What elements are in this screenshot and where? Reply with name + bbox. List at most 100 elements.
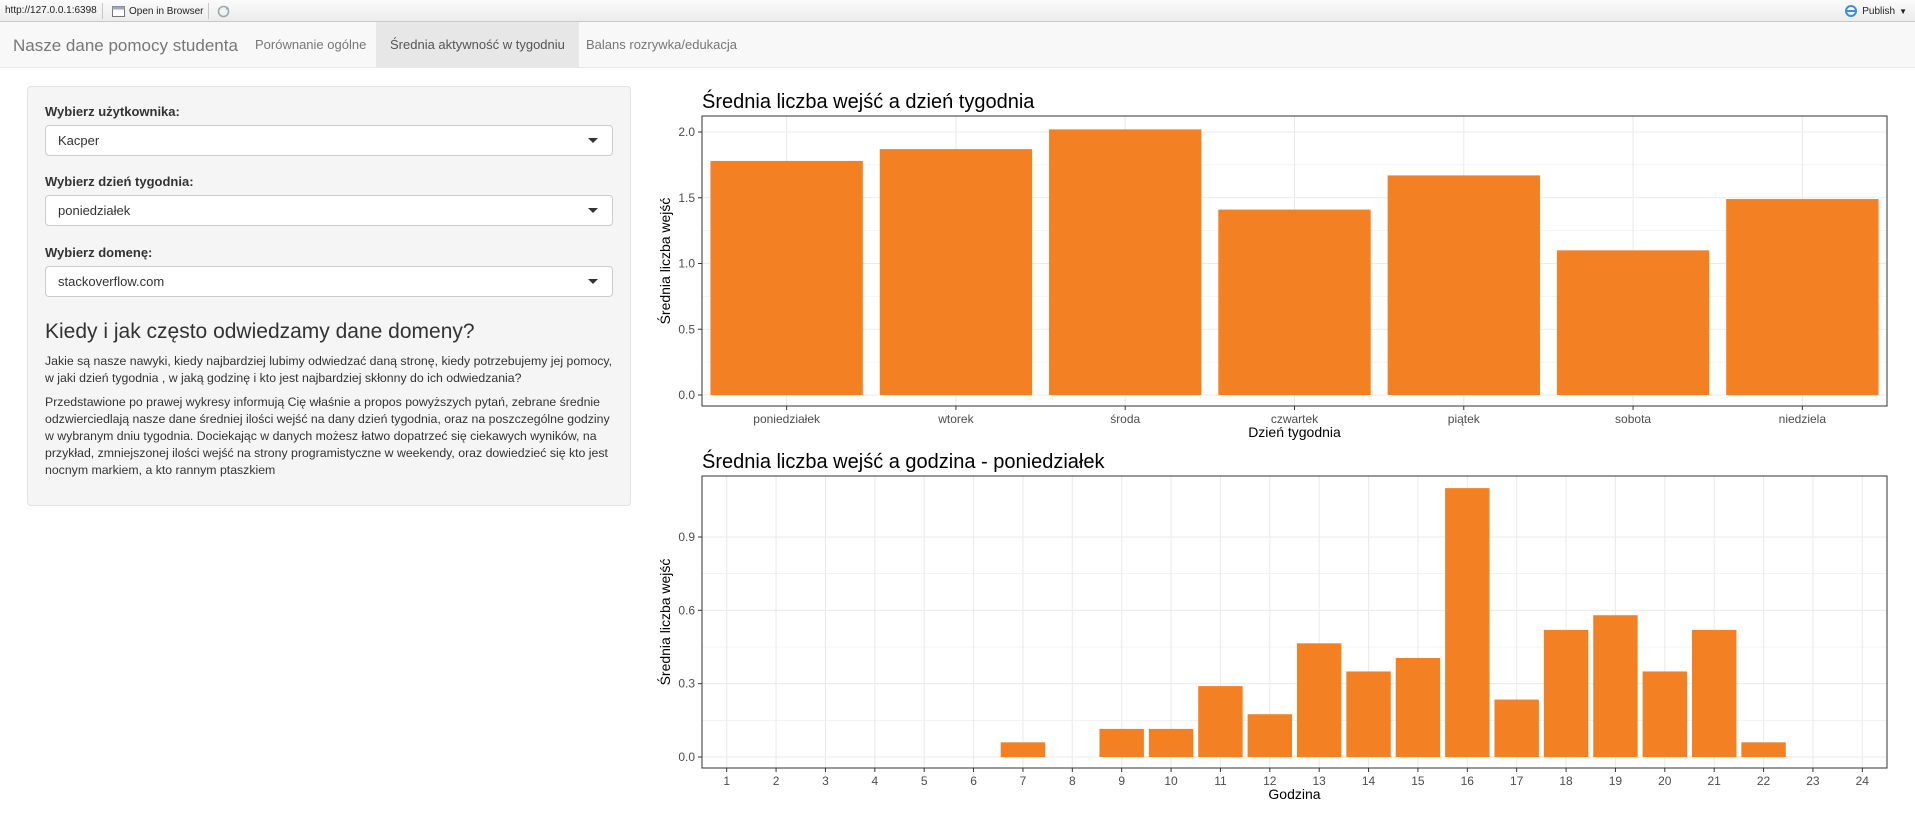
- section-heading: Kiedy i jak często odwiedzamy dane domen…: [45, 320, 475, 343]
- bar: [1556, 250, 1710, 395]
- viewer-url: http://127.0.0.1:6398: [5, 5, 97, 16]
- bar: [1296, 643, 1342, 757]
- bar: [1642, 671, 1688, 757]
- bar: [1198, 686, 1243, 757]
- open-in-browser-label: Open in Browser: [129, 5, 204, 17]
- user-select[interactable]: Kacper: [45, 125, 613, 156]
- y-tick-label: 0.5: [678, 322, 695, 336]
- bar: [1726, 199, 1879, 395]
- intro-paragraph: Jakie są nasze nawyki, kiedy najbardziej…: [45, 354, 613, 385]
- bar: [1445, 488, 1490, 757]
- publish-icon: [1845, 5, 1858, 17]
- y-tick-label: 0.0: [678, 388, 695, 402]
- x-tick-label: niedziela: [1779, 412, 1827, 426]
- bar: [1395, 658, 1441, 757]
- x-tick-label: 9: [1118, 774, 1125, 788]
- toolbar-divider: [102, 3, 103, 19]
- publish-label: Publish: [1862, 5, 1896, 17]
- tab-srednia-aktywnosc[interactable]: Średnia aktywność w tygodniu: [376, 22, 579, 67]
- bar: [1049, 129, 1202, 395]
- day-select-value: poniedziałek: [58, 203, 131, 218]
- domain-select-value: stackoverflow.com: [58, 274, 165, 289]
- x-tick-label: 6: [970, 774, 977, 788]
- bar: [1346, 671, 1391, 757]
- chart-title: Średnia liczba wejść a dzień tygodnia: [702, 89, 1035, 113]
- chevron-down-icon: [588, 279, 598, 284]
- x-tick-label: poniedziałek: [753, 412, 821, 426]
- bar: [710, 160, 863, 395]
- bar: [1000, 742, 1046, 757]
- tab-balans-rozrywka-edukacja[interactable]: Balans rozrywka/edukacja: [572, 22, 751, 67]
- hour-bar-chart: Średnia liczba wejść a godzina - poniedz…: [656, 449, 1888, 802]
- x-tick-label: 8: [1069, 774, 1076, 788]
- weekday-bar-chart: Średnia liczba wejść a dzień tygodnia 0.0…: [656, 89, 1888, 440]
- viewer-toolbar: http://127.0.0.1:6398 Open in Browser Pu…: [0, 0, 1915, 22]
- browser-window-icon: [112, 5, 125, 17]
- x-tick-label: 16: [1461, 774, 1475, 788]
- navbar: Nasze dane pomocy studenta Porównanie og…: [0, 22, 1915, 68]
- publish-button[interactable]: Publish ▼: [1844, 3, 1907, 19]
- y-tick-label: 1.5: [678, 191, 695, 205]
- y-tick-label: 1.0: [678, 257, 695, 271]
- chevron-down-icon: [588, 138, 598, 143]
- bar: [1148, 728, 1194, 757]
- x-tick-label: 24: [1856, 774, 1870, 788]
- bar: [1099, 728, 1144, 757]
- bar: [879, 149, 1033, 395]
- toolbar-divider: [208, 3, 209, 19]
- x-tick-label: 21: [1708, 774, 1722, 788]
- day-select[interactable]: poniedziałek: [45, 195, 613, 226]
- bar: [1387, 175, 1540, 395]
- user-select-value: Kacper: [58, 133, 100, 148]
- bar: [1741, 742, 1786, 757]
- day-select-label: Wybierz dzień tygodnia:: [45, 174, 194, 189]
- y-tick-label: 0.3: [678, 677, 695, 691]
- sidebar-panel: Wybierz użytkownika: Kacper Wybierz dzie…: [27, 86, 631, 506]
- y-tick-label: 0.9: [678, 530, 695, 544]
- y-axis-title: Średnia liczba wejść: [656, 198, 673, 325]
- x-axis-title: Dzień tygodnia: [1248, 424, 1341, 440]
- app-brand[interactable]: Nasze dane pomocy studenta: [13, 36, 238, 56]
- y-tick-label: 0.0: [678, 750, 695, 764]
- open-in-browser-button[interactable]: Open in Browser: [112, 3, 203, 19]
- x-tick-label: 11: [1214, 774, 1227, 788]
- chart-title: Średnia liczba wejść a godzina - poniedz…: [702, 449, 1105, 473]
- domain-select-label: Wybierz domenę:: [45, 245, 153, 260]
- x-tick-label: 1: [723, 774, 730, 788]
- x-tick-label: 14: [1362, 774, 1376, 788]
- refresh-icon[interactable]: [216, 4, 231, 19]
- bar: [1593, 615, 1638, 757]
- description-paragraph: Przedstawione po prawej wykresy informuj…: [45, 395, 610, 477]
- x-tick-label: piątek: [1448, 412, 1481, 426]
- x-tick-label: sobota: [1615, 412, 1651, 426]
- x-axis-title: Godzina: [1268, 786, 1320, 802]
- x-tick-label: 2: [773, 774, 780, 788]
- x-tick-label: 23: [1806, 774, 1820, 788]
- bar: [1218, 209, 1371, 395]
- x-tick-label: wtorek: [937, 412, 974, 426]
- x-tick-label: 10: [1164, 774, 1178, 788]
- tab-porownanie-ogolne[interactable]: Porównanie ogólne: [241, 22, 380, 67]
- x-tick-label: 7: [1020, 774, 1027, 788]
- domain-select[interactable]: stackoverflow.com: [45, 266, 613, 297]
- x-tick-label: 5: [921, 774, 928, 788]
- x-tick-label: 15: [1411, 774, 1425, 788]
- bar: [1247, 714, 1293, 757]
- bar: [1494, 699, 1539, 757]
- bar: [1543, 629, 1589, 757]
- x-tick-label: 20: [1658, 774, 1672, 788]
- x-tick-label: 18: [1559, 774, 1573, 788]
- y-tick-label: 0.6: [678, 603, 695, 617]
- x-tick-label: 22: [1757, 774, 1771, 788]
- chevron-down-icon: ▼: [1899, 6, 1907, 16]
- x-tick-label: 17: [1510, 774, 1524, 788]
- x-tick-label: środa: [1110, 412, 1140, 426]
- chevron-down-icon: [588, 208, 598, 213]
- y-axis-title: Średnia liczba wejść: [656, 559, 673, 686]
- y-tick-label: 2.0: [678, 125, 695, 139]
- x-tick-label: 3: [822, 774, 829, 788]
- user-select-label: Wybierz użytkownika:: [45, 104, 180, 119]
- x-tick-label: 4: [871, 774, 878, 788]
- x-tick-label: 19: [1609, 774, 1623, 788]
- bar: [1691, 629, 1737, 757]
